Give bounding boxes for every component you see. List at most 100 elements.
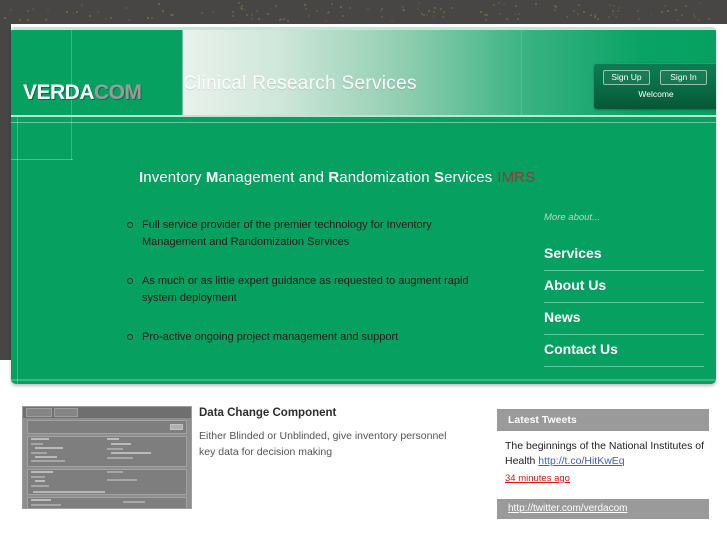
chrome-speckle — [434, 6, 437, 9]
frame-line-right — [521, 30, 522, 115]
chrome-speckle — [442, 15, 445, 18]
chrome-speckle — [340, 6, 343, 9]
chrome-speckle — [279, 17, 282, 20]
chrome-speckle — [308, 14, 310, 17]
thumb-label-1 — [31, 438, 49, 440]
chrome-speckle — [250, 13, 253, 16]
chrome-speckle — [426, 14, 429, 17]
chrome-speckle — [609, 4, 612, 7]
thumb-note-line — [33, 491, 105, 493]
chrome-speckle — [554, 9, 557, 12]
chrome-speckle — [32, 7, 35, 10]
feature-title: Data Change Component — [199, 407, 337, 419]
feature-thumbnail-image[interactable] — [22, 406, 192, 509]
chrome-speckle — [305, 8, 308, 11]
browser-chrome-strip — [0, 0, 727, 24]
frame-line-corner — [11, 159, 73, 160]
chrome-speckle — [169, 14, 172, 17]
hero-heading-segment: ervices — [444, 169, 493, 186]
menu-item-services[interactable]: Services — [544, 239, 704, 271]
chrome-speckle — [269, 7, 272, 10]
chrome-speckle — [440, 7, 443, 10]
chrome-speckle — [612, 4, 615, 7]
chrome-speckle — [171, 13, 174, 16]
chrome-speckle — [694, 16, 697, 19]
thumb-field-7 — [31, 485, 49, 487]
menu-item-about-us[interactable]: About Us — [544, 271, 704, 303]
chrome-speckle — [664, 4, 667, 7]
auth-box: Sign Up Sign In Welcome — [594, 63, 716, 109]
thumb-field-3 — [31, 460, 65, 462]
chrome-speckle — [201, 12, 204, 15]
chrome-speckle — [432, 10, 435, 13]
hero-heading-segment: andomization — [339, 169, 434, 186]
hero-heading-cap: M — [205, 169, 219, 186]
chrome-speckle — [617, 6, 620, 9]
hero-heading-text: Inventory Management and Randomization S… — [139, 169, 492, 186]
chrome-speckle — [514, 13, 517, 16]
chrome-speckle — [380, 16, 383, 19]
chrome-speckle — [211, 11, 214, 14]
chrome-speckle — [304, 4, 307, 7]
chrome-speckle — [596, 18, 599, 21]
chrome-speckle — [681, 13, 684, 16]
brand-logo[interactable]: VERDACOM — [23, 82, 142, 103]
chrome-speckle — [324, 19, 327, 22]
thumb-field-5 — [107, 457, 133, 459]
chrome-speckle — [423, 13, 426, 16]
thumb-field-9 — [107, 479, 137, 481]
thumb-label-2 — [107, 438, 119, 440]
page-title: Clinical Research Services — [183, 73, 417, 94]
chrome-speckle — [577, 13, 580, 16]
chrome-speckle — [433, 15, 436, 18]
chrome-speckle — [161, 10, 164, 13]
menu-item-news[interactable]: News — [544, 303, 704, 335]
hero-heading-segment: nventory — [143, 169, 206, 186]
welcome-label: Welcome — [638, 89, 674, 99]
chrome-speckle — [147, 17, 150, 20]
chrome-speckle — [401, 5, 404, 8]
chrome-speckle — [611, 9, 614, 12]
chrome-speckle — [238, 2, 241, 5]
chrome-speckle — [10, 8, 13, 11]
hero-heading-acronym: IMRS — [497, 169, 536, 186]
chrome-speckle — [708, 18, 711, 21]
main-green-panel: VERDACOM Clinical Research Services Sign… — [11, 27, 716, 384]
chrome-speckle — [379, 10, 382, 13]
thumb-tab-2 — [54, 408, 78, 417]
chrome-speckle — [667, 9, 670, 12]
twitter-profile-bar: http://twitter.com/verdacom — [497, 499, 709, 519]
brand-logo-secondary: COM — [94, 81, 142, 104]
chrome-speckle — [578, 3, 580, 6]
latest-tweets-header: Latest Tweets — [497, 409, 709, 431]
hero-heading-cap: S — [433, 169, 445, 186]
chrome-speckle — [287, 19, 290, 22]
chrome-speckle — [88, 14, 91, 17]
thumb-tab-1 — [26, 408, 52, 417]
thumb-section-1 — [27, 436, 187, 467]
chrome-speckle — [515, 5, 518, 8]
chrome-speckle — [46, 8, 49, 11]
chrome-speckle — [492, 4, 495, 7]
chrome-speckle — [66, 11, 69, 14]
twitter-profile-link[interactable]: http://twitter.com/verdacom — [497, 499, 709, 519]
chrome-speckle — [616, 9, 619, 12]
chrome-speckle — [479, 10, 482, 13]
tweet-timestamp[interactable]: 34 minutes ago — [505, 471, 705, 486]
chrome-speckle — [256, 9, 259, 12]
thumb-field-10 — [31, 504, 61, 506]
chrome-speckle — [593, 15, 596, 18]
menu-item-contact-us[interactable]: Contact Us — [544, 335, 704, 367]
thumb-section-3 — [27, 497, 187, 509]
chrome-speckle — [583, 10, 586, 13]
chrome-speckle — [639, 7, 641, 10]
chrome-speckle — [685, 4, 688, 7]
sign-up-button[interactable]: Sign Up — [603, 70, 650, 85]
tweet-link[interactable]: http://t.co/HitKwEq — [538, 455, 624, 467]
thumb-label-4 — [31, 499, 51, 501]
chrome-speckle — [349, 7, 352, 10]
header-bottom-rule-2 — [11, 122, 716, 123]
sign-in-button[interactable]: Sign In — [660, 70, 707, 85]
chrome-speckle — [427, 10, 430, 13]
chrome-speckle — [366, 8, 369, 11]
